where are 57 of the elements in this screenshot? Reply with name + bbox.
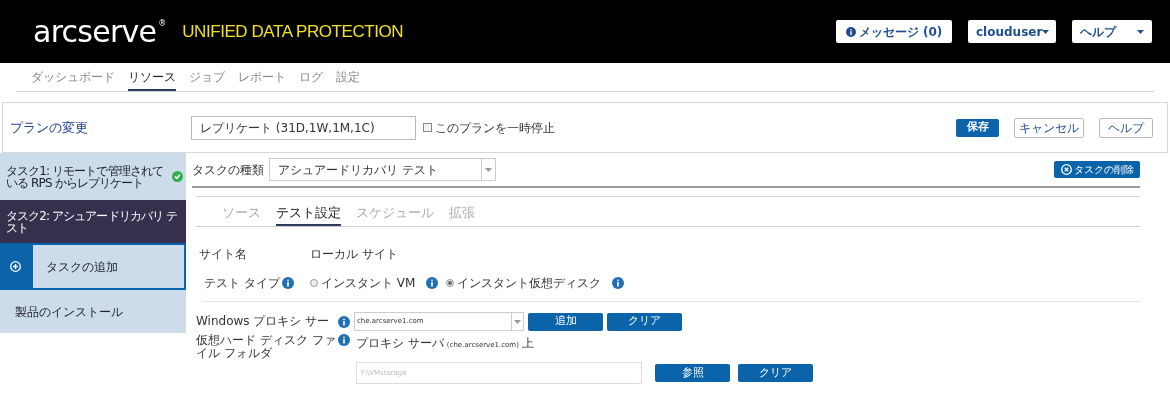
info-icon bbox=[281, 277, 294, 289]
nav-tab[interactable]: リソース bbox=[128, 68, 176, 91]
close-icon bbox=[1060, 164, 1072, 175]
sidebar-item-label: タスク2: アシュアードリカバリ テスト bbox=[6, 209, 179, 234]
checkbox[interactable] bbox=[423, 123, 432, 132]
page-title: プランの変更 bbox=[10, 118, 89, 137]
tab[interactable]: テスト設定 bbox=[276, 202, 341, 226]
add-task-item[interactable]: タスクの追加 bbox=[0, 243, 186, 290]
button[interactable]: クリア bbox=[607, 312, 682, 331]
info-icon bbox=[338, 334, 350, 346]
field-label: サイト名 bbox=[199, 246, 248, 263]
button[interactable]: 参照 bbox=[655, 364, 730, 382]
button[interactable]: キャンセル bbox=[1014, 117, 1084, 138]
caret-icon bbox=[514, 319, 521, 324]
messages-button[interactable]: メッセージ (0) bbox=[836, 20, 952, 43]
sidebar-item[interactable]: 製品のインストール bbox=[0, 290, 186, 333]
caret-icon bbox=[485, 167, 492, 172]
sidebar-item[interactable]: タスク2: アシュアードリカバリ テスト bbox=[0, 200, 186, 243]
sidebar-item[interactable]: タスク1: リモートで管理されている RPS からレプリケート bbox=[0, 153, 186, 200]
button[interactable]: 追加 bbox=[528, 312, 603, 331]
plus-icon bbox=[10, 261, 21, 272]
nav-tab[interactable]: ダッシュボード bbox=[31, 68, 115, 91]
menu-button[interactable]: clouduser bbox=[968, 20, 1056, 43]
check-icon bbox=[172, 171, 183, 182]
info-icon bbox=[845, 26, 856, 37]
info-icon bbox=[426, 277, 439, 289]
field-label: テスト タイプ bbox=[204, 275, 280, 292]
checkbox-label: このプランを一時停止 bbox=[435, 119, 555, 137]
sidebar-item-label: タスク1: リモートで管理されている RPS からレプリケート bbox=[6, 164, 165, 189]
radio-label: インスタント仮想ディスク bbox=[457, 275, 602, 292]
nav-tab[interactable]: ログ bbox=[299, 68, 323, 91]
nav-tab[interactable]: 設定 bbox=[336, 68, 360, 91]
radio-button[interactable] bbox=[446, 279, 455, 287]
delete-task-button[interactable]: タスクの削除 bbox=[1054, 161, 1140, 178]
menu-button[interactable]: ヘルプ bbox=[1072, 20, 1152, 43]
field-label: 仮想ハード ディスク ファイル フォルダ bbox=[196, 334, 336, 360]
product-name: UNIFIED DATA PROTECTION bbox=[182, 20, 404, 43]
radio-button[interactable] bbox=[310, 279, 318, 287]
caret-icon bbox=[1042, 29, 1050, 34]
radio-label: インスタント VM bbox=[321, 275, 416, 292]
info-icon bbox=[612, 277, 625, 289]
button[interactable]: 保存 bbox=[956, 118, 999, 137]
button[interactable]: クリア bbox=[738, 364, 813, 382]
registered-mark: ® bbox=[158, 18, 167, 30]
plan-name-field[interactable]: レプリケート (31D,1W,1M,1C) bbox=[191, 115, 416, 140]
field-label: Windows プロキシ サー bbox=[196, 315, 331, 328]
info-icon bbox=[338, 315, 350, 328]
button[interactable]: ヘルプ bbox=[1099, 117, 1153, 138]
nav-tab[interactable]: レポート bbox=[238, 68, 286, 91]
logo: arcserve bbox=[33, 16, 157, 47]
task-type-dropdown[interactable]: アシュアードリカバリ テスト bbox=[269, 158, 496, 181]
field-label: タスクの種類 bbox=[192, 161, 265, 179]
nav-tab[interactable]: ジョブ bbox=[189, 68, 225, 91]
field-value: ローカル サイト bbox=[310, 246, 398, 263]
field-text: 上 bbox=[521, 335, 534, 352]
field-text: プロキシ サーバ bbox=[356, 335, 444, 352]
caret-icon bbox=[1137, 29, 1144, 34]
